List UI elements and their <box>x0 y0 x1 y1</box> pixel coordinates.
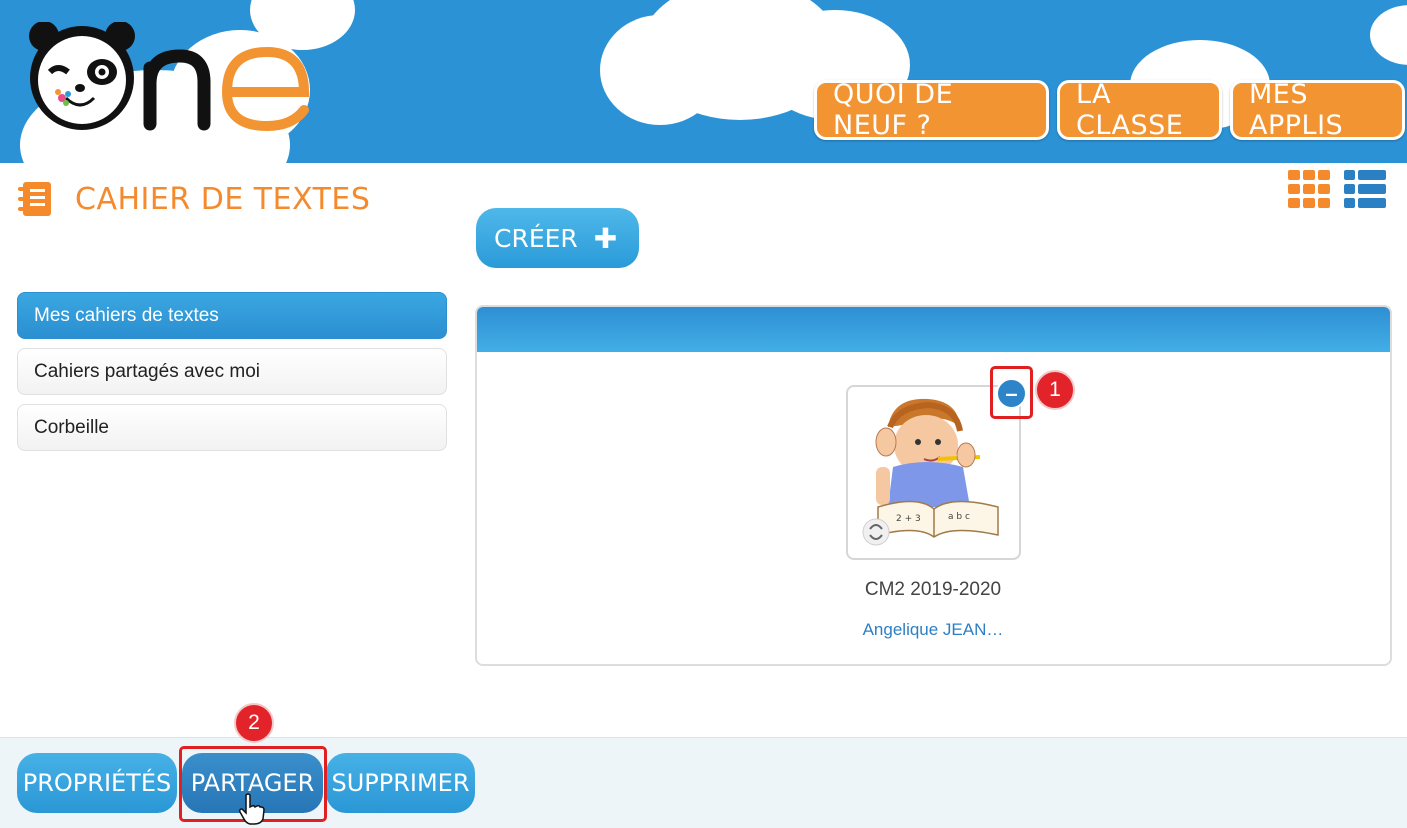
notebook-icon <box>18 182 51 216</box>
nav-la-classe[interactable]: LA CLASSE <box>1057 79 1222 141</box>
create-label: CRÉER <box>494 223 578 253</box>
sidebar-item-label: Mes cahiers de textes <box>34 304 219 326</box>
sidebar-item-cahiers-partages[interactable]: Cahiers partagés avec moi <box>17 348 447 395</box>
sidebar: Mes cahiers de textes Cahiers partagés a… <box>17 292 447 460</box>
step1-highlight <box>990 366 1033 419</box>
panel-header <box>477 307 1390 352</box>
hand-cursor-icon <box>239 793 265 825</box>
nav-mes-applis[interactable]: MES APPLIS <box>1230 79 1405 141</box>
nav-quoi-de-neuf[interactable]: QUOI DE NEUF ? <box>814 79 1049 141</box>
sidebar-item-label: Cahiers partagés avec moi <box>34 360 260 382</box>
svg-text:2 + 3: 2 + 3 <box>896 514 921 524</box>
app-header: QUOI DE NEUF ? LA CLASSE MES APPLIS <box>0 0 1407 163</box>
step-1-badge: 1 <box>1035 370 1075 410</box>
view-toggles <box>1288 170 1386 208</box>
plus-icon: ✚ <box>593 221 618 255</box>
delete-button[interactable]: SUPPRIMER <box>326 753 475 813</box>
cloud-decoration <box>1370 5 1407 65</box>
sidebar-item-label: Corbeille <box>34 416 109 438</box>
notebook-title: CM2 2019-2020 <box>864 579 1002 600</box>
sidebar-item-corbeille[interactable]: Corbeille <box>17 404 447 451</box>
main-nav: QUOI DE NEUF ? LA CLASSE MES APPLIS <box>814 79 1405 141</box>
page-title: CAHIER DE TEXTES <box>75 181 371 217</box>
properties-button[interactable]: PROPRIÉTÉS <box>17 753 177 813</box>
app-title: CAHIER DE TEXTES <box>17 180 370 218</box>
notebook-owner-link[interactable]: Angelique JEAN… <box>783 620 1083 640</box>
one-logo[interactable] <box>22 22 322 132</box>
grid-view-icon[interactable] <box>1288 170 1330 208</box>
sidebar-item-mes-cahiers[interactable]: Mes cahiers de textes <box>17 292 447 339</box>
create-button[interactable]: CRÉER ✚ <box>476 208 639 268</box>
step-2-badge: 2 <box>234 703 274 743</box>
svg-text:a b c: a b c <box>948 512 970 522</box>
list-view-icon[interactable] <box>1344 170 1386 208</box>
